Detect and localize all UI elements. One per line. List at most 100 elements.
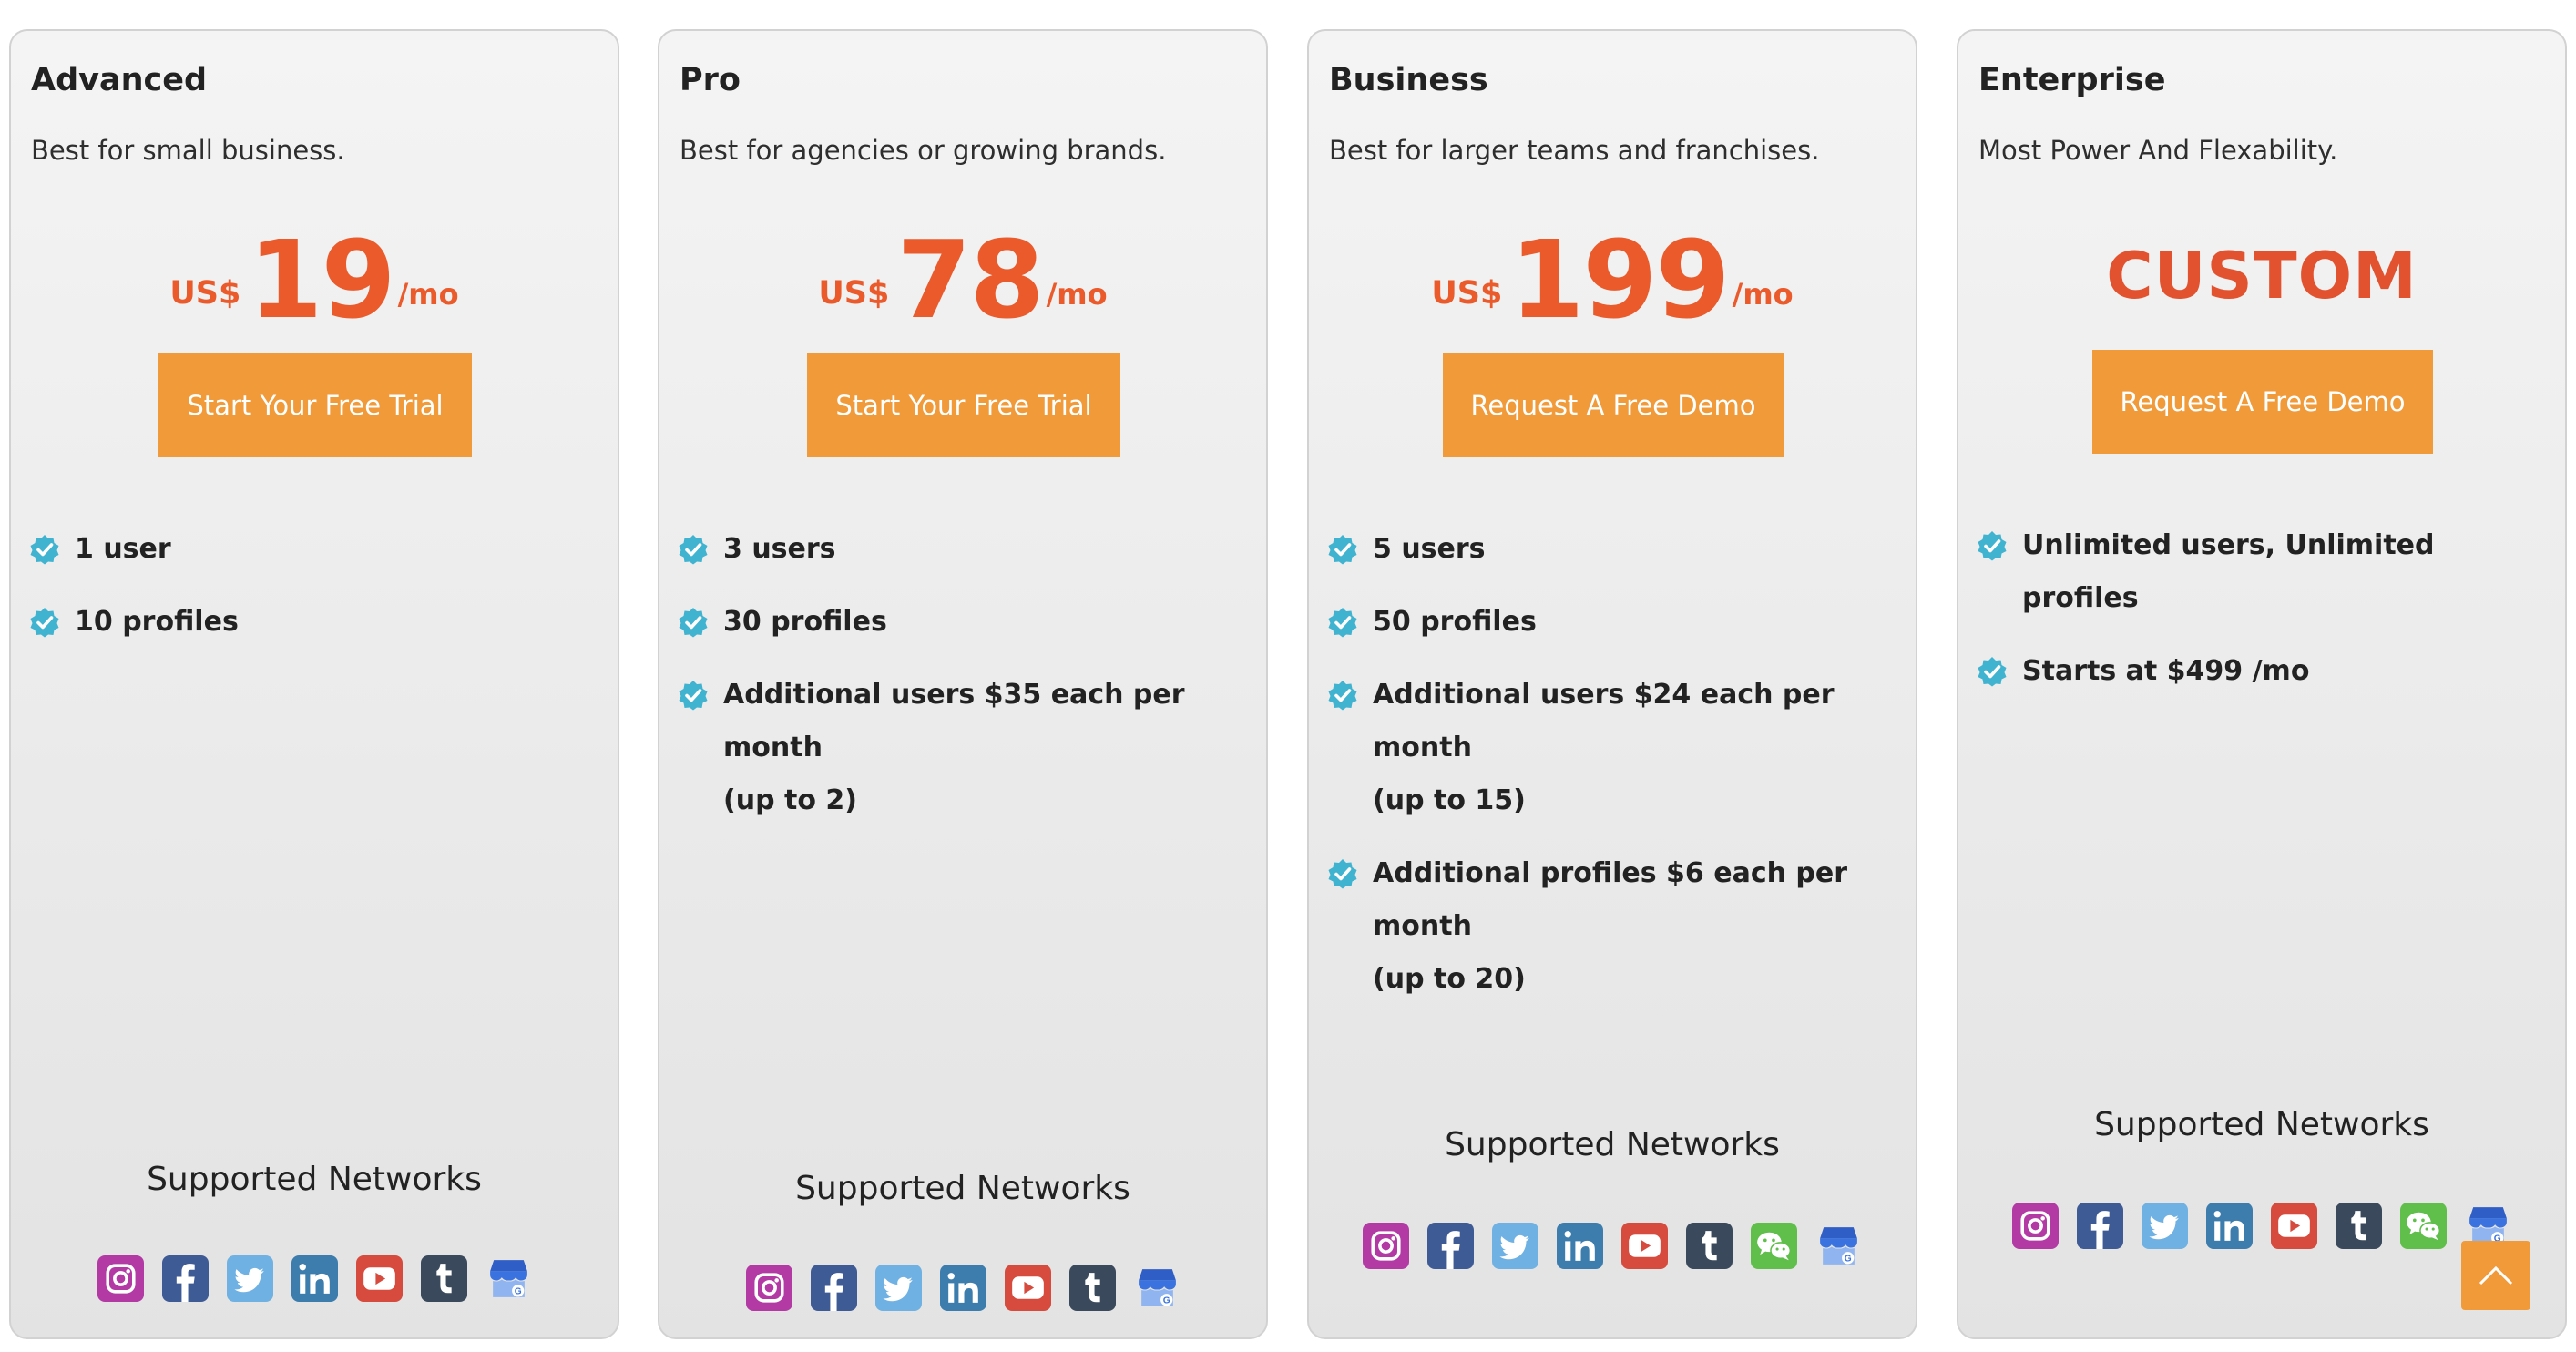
price-currency: US$	[1431, 275, 1503, 312]
plan-name: Enterprise	[1978, 62, 2166, 98]
network-icons	[1309, 1223, 1916, 1269]
feature-text: Starts at $499 /mo	[2022, 655, 2310, 687]
feature-text: 5 users	[1373, 533, 1486, 565]
feature-text: Additional users $24 each per month (up t…	[1373, 679, 1835, 816]
chevron-up-icon	[2479, 1265, 2513, 1285]
plan-name: Pro	[680, 62, 741, 98]
supported-networks-heading: Supported Networks	[1445, 1126, 1780, 1163]
start-free-trial-button[interactable]: Start Your Free Trial	[158, 353, 472, 457]
verified-check-icon	[678, 607, 709, 638]
feature-text: 3 users	[723, 533, 836, 565]
instagram-icon	[97, 1255, 144, 1302]
plan-card-business: Business Best for larger teams and franc…	[1307, 29, 1917, 1339]
verified-check-icon	[1327, 858, 1358, 889]
price-currency: US$	[818, 275, 890, 312]
instagram-icon	[746, 1265, 792, 1311]
plan-card-enterprise: Enterprise Most Power And Flexability. C…	[1957, 29, 2567, 1339]
price-amount: 78	[896, 217, 1044, 343]
linkedin-icon	[2206, 1203, 2253, 1249]
facebook-icon	[811, 1265, 857, 1311]
feature-list: 1 user 10 profiles	[29, 523, 603, 669]
verified-check-icon	[1977, 656, 2008, 687]
feature-text: 30 profiles	[723, 606, 887, 638]
verified-check-icon	[1327, 607, 1358, 638]
price-period: /mo	[1046, 277, 1108, 312]
google-business-icon	[1815, 1223, 1862, 1269]
feature-item: 1 user	[29, 523, 603, 576]
verified-check-icon	[29, 534, 60, 565]
feature-item: 3 users	[678, 523, 1252, 576]
feature-text: 50 profiles	[1373, 606, 1537, 638]
tumblr-icon	[1686, 1223, 1733, 1269]
linkedin-icon	[291, 1255, 338, 1302]
supported-networks-heading: Supported Networks	[147, 1161, 482, 1198]
wechat-icon	[2400, 1203, 2447, 1249]
start-free-trial-button[interactable]: Start Your Free Trial	[807, 353, 1120, 457]
youtube-icon	[356, 1255, 403, 1302]
plan-card-pro: Pro Best for agencies or growing brands.…	[658, 29, 1268, 1339]
feature-list: Unlimited users, Unlimited profiles Star…	[1977, 519, 2550, 718]
feature-text: Additional users $35 each per month (up t…	[723, 679, 1185, 816]
instagram-icon	[2012, 1203, 2059, 1249]
price-amount: 19	[248, 217, 395, 343]
feature-list: 3 users 30 profiles Additional users $35…	[678, 523, 1252, 847]
google-business-icon	[486, 1255, 532, 1302]
tumblr-icon	[1069, 1265, 1116, 1311]
feature-text: Unlimited users, Unlimited profiles	[2022, 529, 2435, 614]
feature-list: 5 users 50 profiles Additional users $24…	[1327, 523, 1901, 1026]
feature-text: 1 user	[75, 533, 171, 565]
price-amount: 199	[1509, 217, 1730, 343]
feature-item: Unlimited users, Unlimited profiles	[1977, 519, 2550, 625]
plan-price: US$ 78 /mo	[659, 206, 1266, 333]
tumblr-icon	[421, 1255, 467, 1302]
supported-networks-heading: Supported Networks	[2094, 1106, 2429, 1143]
facebook-icon	[2077, 1203, 2123, 1249]
feature-text: Additional profiles $6 each per month (up…	[1373, 857, 1848, 995]
plan-description: Best for agencies or growing brands.	[680, 135, 1167, 166]
youtube-icon	[1621, 1223, 1668, 1269]
feature-item: 5 users	[1327, 523, 1901, 576]
request-free-demo-button[interactable]: Request A Free Demo	[1443, 353, 1784, 457]
feature-item: 30 profiles	[678, 596, 1252, 649]
scroll-to-top-button[interactable]	[2461, 1241, 2530, 1310]
twitter-icon	[1492, 1223, 1538, 1269]
feature-text: 10 profiles	[75, 606, 239, 638]
feature-item: Additional users $24 each per month (up t…	[1327, 669, 1901, 827]
facebook-icon	[1427, 1223, 1474, 1269]
price-period: /mo	[397, 277, 459, 312]
plan-description: Best for larger teams and franchises.	[1329, 135, 1820, 166]
verified-check-icon	[29, 607, 60, 638]
twitter-icon	[875, 1265, 922, 1311]
supported-networks-heading: Supported Networks	[795, 1170, 1130, 1207]
twitter-icon	[227, 1255, 273, 1302]
verified-check-icon	[1327, 534, 1358, 565]
feature-item: 10 profiles	[29, 596, 603, 649]
google-business-icon	[1134, 1265, 1181, 1311]
request-free-demo-button[interactable]: Request A Free Demo	[2092, 350, 2433, 454]
youtube-icon	[2271, 1203, 2317, 1249]
plan-price: US$ 199 /mo	[1309, 206, 1916, 333]
verified-check-icon	[678, 534, 709, 565]
instagram-icon	[1363, 1223, 1409, 1269]
youtube-icon	[1005, 1265, 1051, 1311]
plan-name: Business	[1329, 62, 1488, 98]
verified-check-icon	[1327, 680, 1358, 711]
price-period: /mo	[1732, 277, 1794, 312]
network-icons	[659, 1265, 1266, 1311]
plan-description: Best for small business.	[31, 135, 345, 166]
plan-name: Advanced	[31, 62, 208, 98]
facebook-icon	[162, 1255, 209, 1302]
verified-check-icon	[1977, 530, 2008, 561]
plan-description: Most Power And Flexability.	[1978, 135, 2338, 166]
twitter-icon	[2142, 1203, 2188, 1249]
price-currency: US$	[169, 275, 241, 312]
feature-item: Additional users $35 each per month (up t…	[678, 669, 1252, 827]
verified-check-icon	[678, 680, 709, 711]
feature-item: 50 profiles	[1327, 596, 1901, 649]
plan-price: US$ 19 /mo	[11, 206, 618, 333]
linkedin-icon	[940, 1265, 986, 1311]
plan-card-advanced: Advanced Best for small business. US$ 19…	[9, 29, 619, 1339]
linkedin-icon	[1557, 1223, 1603, 1269]
feature-item: Additional profiles $6 each per month (up…	[1327, 847, 1901, 1006]
custom-price: CUSTOM	[2106, 239, 2418, 313]
